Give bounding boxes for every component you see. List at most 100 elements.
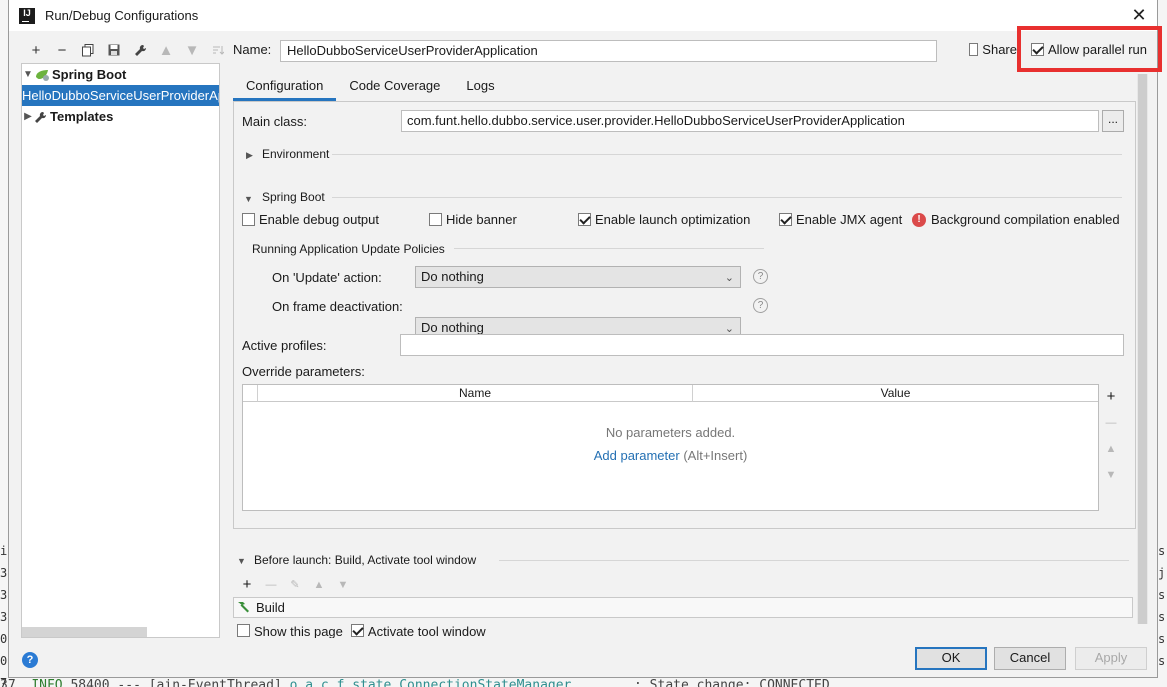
checkbox-label: Enable launch optimization bbox=[595, 212, 751, 227]
add-parameter-link[interactable]: Add parameter bbox=[594, 448, 680, 463]
arrow-up-icon[interactable]: ▲ bbox=[153, 40, 179, 60]
scrollbar-thumb[interactable] bbox=[1138, 74, 1147, 624]
vertical-scrollbar[interactable] bbox=[1137, 74, 1148, 624]
empty-table-text: No parameters added. bbox=[605, 425, 736, 440]
chevron-down-icon[interactable]: ▼ bbox=[237, 556, 246, 566]
activate-tool-window-checkbox[interactable] bbox=[350, 624, 364, 637]
divider bbox=[499, 560, 1129, 561]
window-title: Run/Debug Configurations bbox=[45, 8, 199, 23]
wrench-icon bbox=[34, 111, 48, 123]
arrow-down-icon[interactable]: ▼ bbox=[333, 575, 353, 595]
before-launch-section[interactable]: Before launch: Build, Activate tool wind… bbox=[254, 553, 476, 567]
tab-configuration[interactable]: Configuration bbox=[233, 74, 337, 101]
chevron-right-icon[interactable]: ▶ bbox=[22, 111, 34, 122]
checkbox-label: Enable debug output bbox=[259, 212, 379, 227]
background-left-gutter: ic333007 bbox=[0, 544, 8, 687]
save-icon[interactable] bbox=[101, 40, 127, 60]
name-input[interactable]: HelloDubboServiceUserProviderApplication bbox=[280, 40, 937, 62]
activate-tool-window-label: Activate tool window bbox=[367, 624, 486, 638]
arrow-up-icon[interactable]: ▲ bbox=[1101, 439, 1121, 459]
tree-node-spring-boot[interactable]: ▼ Spring Boot bbox=[22, 64, 219, 85]
apply-button[interactable]: Apply bbox=[1075, 647, 1147, 670]
enable-launch-optimization-checkbox[interactable]: Enable launch optimization bbox=[578, 212, 750, 227]
share-checkbox-box[interactable] bbox=[969, 43, 979, 56]
run-debug-dialog: IJ Run/Debug Configurations ✕ + − ▲ ▼ ▼ … bbox=[8, 0, 1162, 678]
wrench-icon[interactable] bbox=[127, 40, 153, 60]
remove-icon[interactable]: — bbox=[1101, 413, 1121, 433]
configuration-panel: Main class: com.funt.hello.dubbo.service… bbox=[233, 101, 1136, 529]
tab-logs[interactable]: Logs bbox=[453, 74, 507, 101]
pencil-icon[interactable]: ✎ bbox=[285, 575, 305, 595]
configuration-tree: ▼ Spring Boot HelloDubboServiceUserProvi… bbox=[21, 63, 220, 638]
main-class-label: Main class: bbox=[242, 114, 308, 129]
background-right-gutter: sjssss bbox=[1158, 544, 1166, 668]
help-icon[interactable]: ? bbox=[753, 298, 768, 313]
cancel-button[interactable]: Cancel bbox=[994, 647, 1066, 670]
build-task-label: Build bbox=[256, 600, 285, 615]
remove-icon[interactable]: − bbox=[49, 40, 75, 60]
arrow-down-icon[interactable]: ▼ bbox=[1101, 465, 1121, 485]
on-update-value: Do nothing bbox=[421, 269, 484, 284]
show-page-checkbox[interactable]: Show this page Activate tool window bbox=[237, 624, 486, 638]
help-icon[interactable]: ? bbox=[753, 269, 768, 284]
chevron-down-icon: ⌄ bbox=[724, 272, 734, 284]
active-profiles-input[interactable] bbox=[400, 334, 1124, 356]
arrow-up-icon[interactable]: ▲ bbox=[309, 575, 329, 595]
hammer-icon bbox=[237, 600, 251, 616]
override-parameters-table: Name Value No parameters added. Add para… bbox=[242, 384, 1099, 511]
environment-section[interactable]: Environment bbox=[262, 147, 329, 161]
add-icon[interactable]: + bbox=[1101, 387, 1121, 407]
table-header-spacer bbox=[243, 385, 258, 402]
checkbox-box[interactable] bbox=[779, 213, 792, 226]
tree-horizontal-scrollbar[interactable] bbox=[22, 627, 147, 637]
highlight-annotation-box bbox=[1017, 26, 1162, 72]
column-header-value[interactable]: Value bbox=[693, 385, 1098, 402]
enable-debug-output-checkbox[interactable]: Enable debug output bbox=[242, 212, 379, 227]
checkbox-box[interactable] bbox=[242, 213, 255, 226]
chevron-right-icon[interactable]: ▶ bbox=[246, 150, 253, 161]
copy-icon[interactable] bbox=[75, 40, 101, 60]
build-task-row[interactable]: Build bbox=[233, 597, 1133, 618]
share-checkbox[interactable]: Share bbox=[969, 42, 1017, 57]
override-parameters-label: Override parameters: bbox=[242, 364, 365, 379]
on-update-select[interactable]: Do nothing ⌄ bbox=[415, 266, 741, 288]
tree-node-templates[interactable]: ▶ Templates bbox=[22, 106, 219, 127]
checkbox-label: Enable JMX agent bbox=[796, 212, 903, 227]
ok-button[interactable]: OK bbox=[915, 647, 987, 670]
hide-banner-checkbox[interactable]: Hide banner bbox=[429, 212, 517, 227]
checkbox-box[interactable] bbox=[429, 213, 442, 226]
chevron-down-icon[interactable]: ▼ bbox=[244, 194, 253, 204]
add-icon[interactable]: + bbox=[23, 40, 49, 60]
intellij-icon: IJ bbox=[19, 7, 35, 24]
tree-label-selected-config: HelloDubboServiceUserProviderApplication bbox=[22, 88, 219, 103]
show-page-label: Show this page bbox=[254, 624, 343, 638]
help-icon[interactable]: ? bbox=[22, 652, 38, 668]
browse-main-class-button[interactable]: ... bbox=[1102, 110, 1124, 132]
tree-toolbar: + − ▲ ▼ bbox=[23, 40, 231, 60]
checkbox-box[interactable] bbox=[237, 624, 250, 637]
column-header-name[interactable]: Name bbox=[258, 385, 693, 402]
tree-label-templates: Templates bbox=[50, 109, 114, 124]
tree-item-selected-config[interactable]: HelloDubboServiceUserProviderApplication bbox=[22, 85, 219, 106]
close-icon[interactable]: ✕ bbox=[1129, 5, 1149, 25]
enable-jmx-agent-checkbox[interactable]: Enable JMX agent bbox=[779, 212, 902, 227]
background-compilation-label: Background compilation enabled bbox=[931, 212, 1120, 227]
table-side-toolbar: + — ▲ ▼ bbox=[1101, 387, 1121, 485]
remove-icon[interactable]: — bbox=[261, 575, 281, 595]
add-icon[interactable]: + bbox=[237, 575, 257, 595]
sort-icon[interactable] bbox=[205, 40, 231, 60]
arrow-down-icon[interactable]: ▼ bbox=[179, 40, 205, 60]
divider bbox=[332, 197, 1122, 198]
on-frame-value: Do nothing bbox=[421, 320, 484, 335]
chevron-down-icon[interactable]: ▼ bbox=[22, 69, 34, 80]
before-launch-toolbar: + — ✎ ▲ ▼ bbox=[237, 575, 353, 595]
error-icon: ! bbox=[912, 212, 926, 227]
title-bar: IJ Run/Debug Configurations ✕ bbox=[9, 0, 1157, 31]
checkbox-box[interactable] bbox=[578, 213, 591, 226]
main-class-input[interactable]: com.funt.hello.dubbo.service.user.provid… bbox=[401, 110, 1099, 132]
shortcut-hint: (Alt+Insert) bbox=[683, 448, 748, 463]
spring-boot-icon bbox=[34, 68, 50, 82]
on-update-label: On 'Update' action: bbox=[272, 270, 382, 285]
tab-code-coverage[interactable]: Code Coverage bbox=[336, 74, 453, 101]
spring-boot-section[interactable]: Spring Boot bbox=[262, 190, 325, 204]
